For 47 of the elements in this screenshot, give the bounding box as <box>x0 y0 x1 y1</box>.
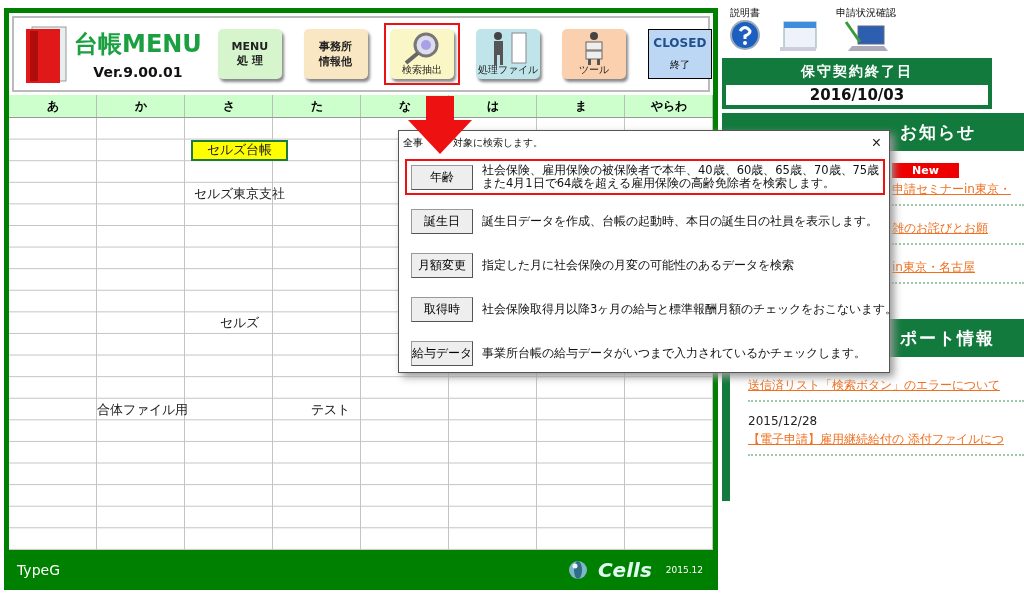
menu-button[interactable]: 処理ファイル <box>475 29 540 79</box>
globe-icon <box>567 560 588 580</box>
table-cell[interactable]: セルズ台帳 <box>191 139 288 162</box>
search-option-button[interactable]: 月額変更 <box>411 253 473 279</box>
menu-button[interactable]: 検索抽出 <box>389 29 454 79</box>
table-cell[interactable]: セルズ東京支社 <box>191 183 288 204</box>
laptop-icon[interactable] <box>844 20 888 52</box>
option-description: 指定した月に社会保険の月変の可能性のあるデータを検索 <box>482 259 794 273</box>
contract-title: 保守契約終了日 <box>801 63 913 81</box>
dialog-title: 対象に検索します。 <box>453 136 543 150</box>
table-cell[interactable]: テスト <box>308 399 353 420</box>
menu-button[interactable]: CLOSED 終了 <box>647 29 712 79</box>
option-description: 社会保険取得月以降3ヶ月の給与と標準報酬月額のチェックをおこないます。 <box>482 303 898 317</box>
kana-tab[interactable]: た <box>310 97 323 115</box>
menu-button[interactable]: 事務所 情報他 <box>303 29 368 79</box>
kana-tab[interactable]: やらわ <box>650 97 687 115</box>
app-title: 台帳MENU <box>74 29 202 60</box>
contract-date: 2016/10/03 <box>726 85 988 105</box>
option-description: 社会保険、雇用保険の被保険者で本年、40歳、60歳、65歳、70歳、75歳 また4月1日で64歳を超える雇用保険の高齢免除者を検索します。 <box>482 164 880 191</box>
kana-tab[interactable]: な <box>398 97 411 115</box>
kana-tab[interactable]: か <box>134 97 147 115</box>
close-button[interactable]: × <box>867 134 885 152</box>
menu-button[interactable]: ツール <box>561 29 626 79</box>
brand-name: Cells <box>597 558 652 582</box>
option-description: 誕生日データを作成、台帳の起動時、本日の誕生日の社員を表示します。 <box>482 215 878 229</box>
edition-label: TypeG <box>17 562 60 578</box>
kana-tab[interactable]: ま <box>574 97 587 115</box>
kana-tab[interactable]: さ <box>222 97 235 115</box>
search-option-button[interactable]: 取得時 <box>411 297 473 323</box>
search-option-button[interactable]: 給与データ <box>411 341 473 367</box>
help-icon[interactable] <box>730 20 760 50</box>
menu-button[interactable]: MENU 処 理 <box>217 29 282 79</box>
kana-tab[interactable]: あ <box>46 97 59 115</box>
search-option-button[interactable]: 年齢 <box>411 164 473 190</box>
binder-icon <box>24 23 68 85</box>
dialog-title: 全事 <box>403 136 423 150</box>
link-label: 説明書 <box>730 6 760 18</box>
new-badge: New <box>892 163 959 178</box>
calendar-icon[interactable] <box>778 20 818 52</box>
kana-tab[interactable]: は <box>486 97 499 115</box>
release-date: 2015.12 <box>665 565 703 575</box>
version-label: Ver.9.00.01 <box>93 64 183 80</box>
search-option-button[interactable]: 誕生日 <box>411 209 473 235</box>
table-cell[interactable]: 合体ファイル用 <box>94 399 191 420</box>
link-label: 申請状況確認 <box>836 6 896 18</box>
table-cell[interactable]: セルズ <box>217 313 262 334</box>
news-date: 2015/12/28 <box>748 414 818 428</box>
